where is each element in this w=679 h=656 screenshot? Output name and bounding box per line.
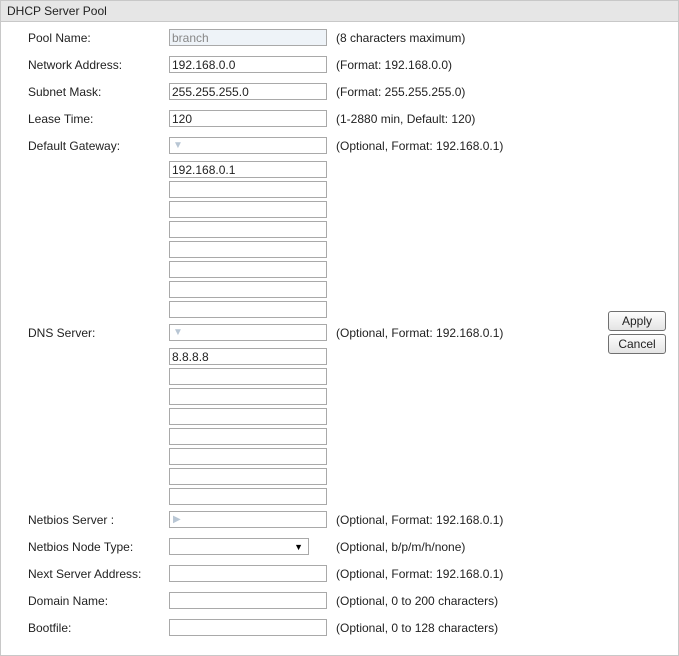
default-gateway-label: Default Gateway: [28, 139, 121, 153]
caret-down-icon: ▼ [294, 542, 303, 552]
default-gateway-hint: (Optional, Format: 192.168.0.1) [336, 139, 504, 153]
bootfile-label: Bootfile: [28, 621, 72, 635]
default-gateway-entry[interactable] [169, 281, 327, 298]
dns-server-entry[interactable] [169, 348, 327, 365]
lease-time-label: Lease Time: [28, 112, 94, 126]
netbios-server-label: Netbios Server : [28, 513, 115, 527]
lease-time-input[interactable] [169, 110, 327, 127]
domain-name-input[interactable] [169, 592, 327, 609]
cancel-button[interactable]: Cancel [608, 334, 666, 354]
subnet-mask-label: Subnet Mask: [28, 85, 102, 99]
dns-server-entry[interactable] [169, 368, 327, 385]
subnet-mask-input[interactable] [169, 83, 327, 100]
next-server-address-input[interactable] [169, 565, 327, 582]
default-gateway-entry[interactable] [169, 261, 327, 278]
subnet-mask-hint: (Format: 255.255.255.0) [336, 85, 466, 99]
netbios-node-type-select[interactable]: ▼ [169, 538, 309, 555]
triangle-down-icon: ▼ [173, 140, 183, 151]
default-gateway-entry[interactable] [169, 161, 327, 178]
triangle-down-icon: ▼ [173, 327, 183, 338]
dns-server-entry[interactable] [169, 388, 327, 405]
default-gateway-entry[interactable] [169, 181, 327, 198]
dns-server-combo[interactable]: ▼ [169, 324, 327, 341]
default-gateway-entry[interactable] [169, 301, 327, 318]
dns-server-entry[interactable] [169, 448, 327, 465]
apply-button[interactable]: Apply [608, 311, 666, 331]
panel-header: DHCP Server Pool [1, 1, 678, 22]
dns-server-entry[interactable] [169, 428, 327, 445]
network-address-label: Network Address: [28, 58, 123, 72]
netbios-node-type-label: Netbios Node Type: [28, 540, 134, 554]
domain-name-label: Domain Name: [28, 594, 109, 608]
dns-server-hint: (Optional, Format: 192.168.0.1) [336, 326, 504, 340]
dns-server-entry[interactable] [169, 488, 327, 505]
bootfile-hint: (Optional, 0 to 128 characters) [336, 621, 499, 635]
default-gateway-entry[interactable] [169, 221, 327, 238]
network-address-input[interactable] [169, 56, 327, 73]
default-gateway-combo[interactable]: ▼ [169, 137, 327, 154]
lease-time-hint: (1-2880 min, Default: 120) [336, 112, 476, 126]
dns-server-entry[interactable] [169, 468, 327, 485]
dns-server-label: DNS Server: [28, 326, 96, 340]
dns-server-entry[interactable] [169, 408, 327, 425]
netbios-server-combo[interactable]: ▶ [169, 511, 327, 528]
pool-name-label: Pool Name: [28, 31, 91, 45]
triangle-right-icon: ▶ [173, 514, 181, 525]
netbios-server-hint: (Optional, Format: 192.168.0.1) [336, 513, 504, 527]
pool-name-input[interactable] [169, 29, 327, 46]
default-gateway-entry[interactable] [169, 241, 327, 258]
panel-title: DHCP Server Pool [7, 4, 107, 18]
network-address-hint: (Format: 192.168.0.0) [336, 58, 453, 72]
dhcp-server-pool-panel: DHCP Server Pool Pool Name: (8 character… [0, 0, 679, 656]
next-server-address-hint: (Optional, Format: 192.168.0.1) [336, 567, 504, 581]
default-gateway-entry[interactable] [169, 201, 327, 218]
pool-name-hint: (8 characters maximum) [336, 31, 466, 45]
next-server-address-label: Next Server Address: [28, 567, 142, 581]
bootfile-input[interactable] [169, 619, 327, 636]
domain-name-hint: (Optional, 0 to 200 characters) [336, 594, 499, 608]
netbios-node-type-hint: (Optional, b/p/m/h/none) [336, 540, 466, 554]
